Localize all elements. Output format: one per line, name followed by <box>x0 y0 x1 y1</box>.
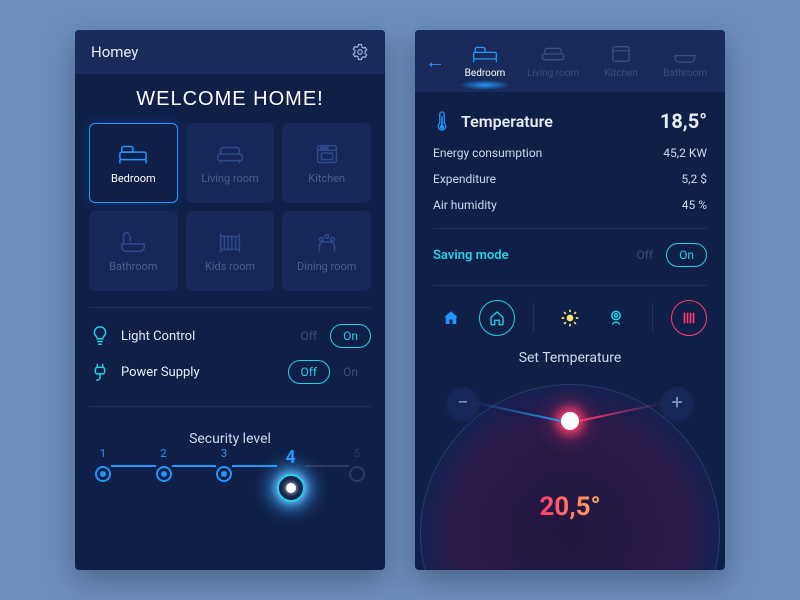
light-control-row: Light Control Off On <box>75 318 385 354</box>
power-supply-label: Power Supply <box>121 365 200 380</box>
room-kids-room[interactable]: Kids room <box>186 211 275 291</box>
sun-icon[interactable] <box>552 300 588 336</box>
stat-humidity: Air humidity 45 % <box>433 198 707 212</box>
security-node-4[interactable]: 4 <box>277 447 305 502</box>
bulb-icon <box>89 325 111 347</box>
light-off[interactable]: Off <box>288 324 331 348</box>
room-bedroom[interactable]: Bedroom <box>89 123 178 203</box>
security-title: Security level <box>75 431 385 447</box>
tab-living-room[interactable]: Living room <box>521 40 585 83</box>
saving-on[interactable]: On <box>666 243 707 267</box>
away-mode-icon[interactable] <box>479 300 515 336</box>
set-temperature-value: 20,5° <box>539 492 600 522</box>
temperature-dial[interactable]: − + 20,5° <box>433 374 707 524</box>
temperature-header: Temperature 18,5° <box>433 108 707 134</box>
room-tabbar: ← Bedroom Living room Kitchen Bathroom <box>415 30 725 92</box>
temperature-value: 18,5° <box>660 109 707 133</box>
power-on[interactable]: On <box>330 360 371 384</box>
room-dining-room[interactable]: Dining room <box>282 211 371 291</box>
detail-panel: Temperature 18,5° Energy consumption 45,… <box>415 92 725 524</box>
dining-icon <box>312 230 342 254</box>
security-node-3[interactable]: 3 <box>216 447 232 482</box>
security-node-2[interactable]: 2 <box>156 447 172 482</box>
thermometer-icon <box>433 108 451 134</box>
bathtub-icon <box>118 230 148 254</box>
sofa-icon <box>540 44 566 64</box>
saving-off[interactable]: Off <box>624 243 667 267</box>
room-label: Bedroom <box>111 172 156 185</box>
divider <box>89 307 371 308</box>
set-temperature-title: Set Temperature <box>433 350 707 366</box>
crib-icon <box>215 230 245 254</box>
room-living-room[interactable]: Living room <box>186 123 275 203</box>
light-on[interactable]: On <box>330 324 371 348</box>
stat-expenditure: Expenditure 5,2 $ <box>433 172 707 186</box>
welcome-heading: Welcome Home! <box>75 88 385 111</box>
app-title: Homey <box>91 43 138 61</box>
sofa-icon <box>215 142 245 166</box>
oven-icon <box>312 142 342 166</box>
security-levels[interactable]: 1 2 3 4 5 <box>75 447 385 502</box>
power-off[interactable]: Off <box>288 360 331 384</box>
dial-knob-icon[interactable] <box>561 412 579 430</box>
plug-icon <box>89 361 111 383</box>
saving-mode-row: Saving mode Off On <box>433 228 707 267</box>
room-detail-screen: ← Bedroom Living room Kitchen Bathroom T… <box>415 30 725 570</box>
security-node-1[interactable]: 1 <box>95 447 111 482</box>
settings-icon[interactable] <box>351 43 369 61</box>
oven-icon <box>608 44 634 64</box>
divider <box>533 303 534 333</box>
bed-icon <box>472 44 498 64</box>
room-label: Bathroom <box>109 260 157 273</box>
temperature-label: Temperature <box>461 112 553 131</box>
room-bathroom[interactable]: Bathroom <box>89 211 178 291</box>
power-supply-row: Power Supply Off On <box>75 354 385 390</box>
saving-mode-label: Saving mode <box>433 248 509 263</box>
power-toggle[interactable]: Off On <box>288 360 372 384</box>
tab-bedroom[interactable]: Bedroom <box>453 40 517 83</box>
bed-icon <box>118 142 148 166</box>
divider <box>89 406 371 407</box>
light-control-label: Light Control <box>121 329 195 344</box>
light-toggle[interactable]: Off On <box>288 324 372 348</box>
tab-bathroom[interactable]: Bathroom <box>657 40 713 83</box>
security-node-5[interactable]: 5 <box>349 447 365 482</box>
room-kitchen[interactable]: Kitchen <box>282 123 371 203</box>
room-label: Kids room <box>205 260 255 273</box>
topbar: Homey <box>75 30 385 74</box>
back-icon[interactable]: ← <box>425 49 445 74</box>
home-mode-icon[interactable] <box>433 300 469 336</box>
room-label: Kitchen <box>308 172 345 185</box>
saving-toggle[interactable]: Off On <box>624 243 708 267</box>
room-grid: Bedroom Living room Kitchen Bathroom Kid… <box>75 123 385 291</box>
room-label: Dining room <box>297 260 356 273</box>
mode-icons <box>433 285 707 336</box>
stat-energy: Energy consumption 45,2 KW <box>433 146 707 160</box>
room-label: Living room <box>201 172 258 185</box>
divider <box>652 303 653 333</box>
home-screen: Homey Welcome Home! Bedroom Living room … <box>75 30 385 570</box>
bathtub-icon <box>672 44 698 64</box>
tab-kitchen[interactable]: Kitchen <box>589 40 653 83</box>
radiator-icon[interactable] <box>671 300 707 336</box>
camera-icon[interactable] <box>598 300 634 336</box>
